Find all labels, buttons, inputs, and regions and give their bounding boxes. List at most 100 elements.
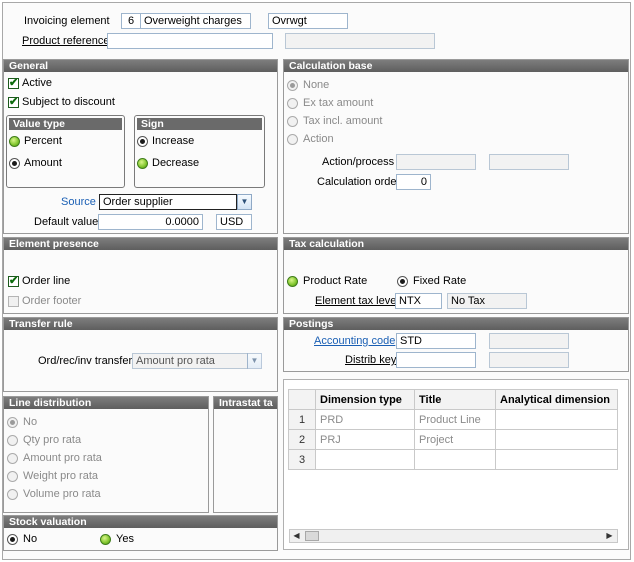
transfer-combo[interactable]: Amount pro rata [132, 353, 248, 369]
transfer-rule-header: Transfer rule [4, 318, 277, 330]
column-header-dimension-type[interactable]: Dimension type [315, 389, 415, 410]
order-footer-label: Order footer [22, 295, 82, 307]
dimension-type-cell[interactable]: PRJ [315, 429, 415, 450]
calc-action-radio[interactable] [287, 134, 298, 145]
element-description-field[interactable]: Overweight charges [140, 13, 251, 29]
arrow-right-icon[interactable]: ▶ [603, 530, 616, 542]
active-checkbox[interactable]: ✔ [8, 78, 19, 89]
line-dist-weight-label: Weight pro rata [23, 470, 99, 482]
line-dist-volume-radio[interactable] [7, 489, 18, 500]
calculation-order-field[interactable]: 0 [396, 174, 431, 190]
line-dist-amount-radio[interactable] [7, 453, 18, 464]
column-header-analytical-dimension[interactable]: Analytical dimension [495, 389, 618, 410]
dimension-type-cell[interactable]: PRD [315, 409, 415, 430]
order-line-label: Order line [22, 275, 71, 287]
product-reference-desc-field [285, 33, 435, 49]
title-cell [414, 449, 496, 470]
stock-valuation-panel: Stock valuation [3, 515, 278, 551]
calc-ex-tax-label: Ex tax amount [303, 97, 374, 109]
line-dist-no-radio[interactable] [7, 417, 18, 428]
fixed-rate-label: Fixed Rate [413, 275, 467, 287]
order-footer-checkbox[interactable] [8, 296, 19, 307]
line-dist-no-label: No [23, 416, 38, 428]
table-row[interactable]: 2 PRJ Project [288, 429, 618, 450]
element-tax-level-label[interactable]: Element tax level [315, 295, 399, 307]
accounting-code-label[interactable]: Accounting code [314, 335, 395, 347]
line-dist-qty-label: Qty pro rata [23, 434, 82, 446]
active-label: Active [22, 77, 52, 89]
decrease-label: Decrease [152, 157, 200, 169]
currency-field: USD [216, 214, 252, 230]
calc-none-label: None [303, 79, 330, 91]
default-value-field[interactable]: 0.0000 [98, 214, 203, 230]
source-label[interactable]: Source [61, 196, 96, 208]
value-type-header: Value type [9, 118, 122, 130]
product-rate-radio[interactable] [287, 276, 298, 287]
stock-valuation-no-label: No [23, 533, 38, 545]
stock-valuation-yes-radio[interactable] [100, 534, 111, 545]
increase-label: Increase [152, 135, 195, 147]
decrease-radio[interactable] [137, 158, 148, 169]
stock-valuation-no-radio[interactable] [7, 534, 18, 545]
tax-level-code-field[interactable]: NTX [395, 293, 442, 309]
distrib-key-label[interactable]: Distrib key [345, 354, 396, 366]
calc-ex-tax-radio[interactable] [287, 98, 298, 109]
calculation-base-panel: Calculation base [283, 59, 629, 234]
table-row[interactable]: 3 [288, 449, 618, 470]
calc-tax-incl-radio[interactable] [287, 116, 298, 127]
product-rate-label: Product Rate [303, 275, 368, 287]
calc-action-label: Action [303, 133, 334, 145]
calculation-base-header: Calculation base [284, 60, 628, 72]
intrastat-panel: Intrastat ta [213, 396, 278, 513]
line-dist-qty-radio[interactable] [7, 435, 18, 446]
analytical-dimension-cell[interactable] [495, 449, 618, 470]
postings-header: Postings [284, 318, 628, 330]
calc-tax-incl-label: Tax incl. amount [303, 115, 383, 127]
value-type-group: Value type [6, 115, 125, 188]
analytical-dimension-cell[interactable] [495, 429, 618, 450]
stock-valuation-yes-label: Yes [116, 533, 134, 545]
column-header-title[interactable]: Title [414, 389, 496, 410]
default-value-label: Default value [34, 216, 99, 228]
line-distribution-header: Line distribution [4, 397, 208, 409]
calc-none-radio[interactable] [287, 80, 298, 91]
chevron-down-icon[interactable]: ▼ [237, 194, 252, 210]
element-code-field[interactable]: 6 [121, 13, 141, 29]
analytical-dimension-cell[interactable] [495, 409, 618, 430]
arrow-left-icon[interactable]: ◀ [290, 530, 303, 542]
transfer-label: Ord/rec/inv transfer [38, 355, 133, 367]
stock-valuation-header: Stock valuation [4, 516, 277, 528]
line-dist-weight-radio[interactable] [7, 471, 18, 482]
sign-header: Sign [137, 118, 262, 130]
amount-radio[interactable] [9, 158, 20, 169]
fixed-rate-radio[interactable] [397, 276, 408, 287]
accounting-code-desc-field [489, 333, 569, 349]
product-reference-label[interactable]: Product reference [22, 35, 109, 47]
order-line-checkbox[interactable]: ✔ [8, 276, 19, 287]
dimension-type-cell[interactable] [315, 449, 415, 470]
increase-radio[interactable] [137, 136, 148, 147]
subject-to-discount-checkbox[interactable]: ✔ [8, 97, 19, 108]
source-combo[interactable]: Order supplier [99, 194, 237, 210]
tax-calculation-header: Tax calculation [284, 238, 628, 250]
element-short-title-field[interactable]: Ovrwgt [268, 13, 348, 29]
title-cell: Project [414, 429, 496, 450]
row-number: 2 [288, 429, 316, 450]
chevron-down-icon[interactable]: ▼ [247, 353, 262, 369]
row-number: 3 [288, 449, 316, 470]
sign-group: Sign [134, 115, 265, 188]
table-row[interactable]: 1 PRD Product Line [288, 409, 618, 430]
distrib-key-desc-field [489, 352, 569, 368]
action-process-desc-field [489, 154, 569, 170]
distrib-key-field[interactable] [396, 352, 476, 368]
accounting-code-field[interactable]: STD [396, 333, 476, 349]
action-process-field [396, 154, 476, 170]
percent-label: Percent [24, 135, 62, 147]
subject-to-discount-label: Subject to discount [22, 96, 115, 108]
percent-radio[interactable] [9, 136, 20, 147]
grid-horizontal-scrollbar[interactable] [289, 529, 618, 543]
product-reference-field[interactable] [107, 33, 273, 49]
dimensions-grid: Dimension type Title Analytical dimensio… [288, 389, 618, 470]
action-process-label: Action/process [322, 156, 395, 168]
scrollbar-thumb[interactable] [305, 531, 319, 541]
